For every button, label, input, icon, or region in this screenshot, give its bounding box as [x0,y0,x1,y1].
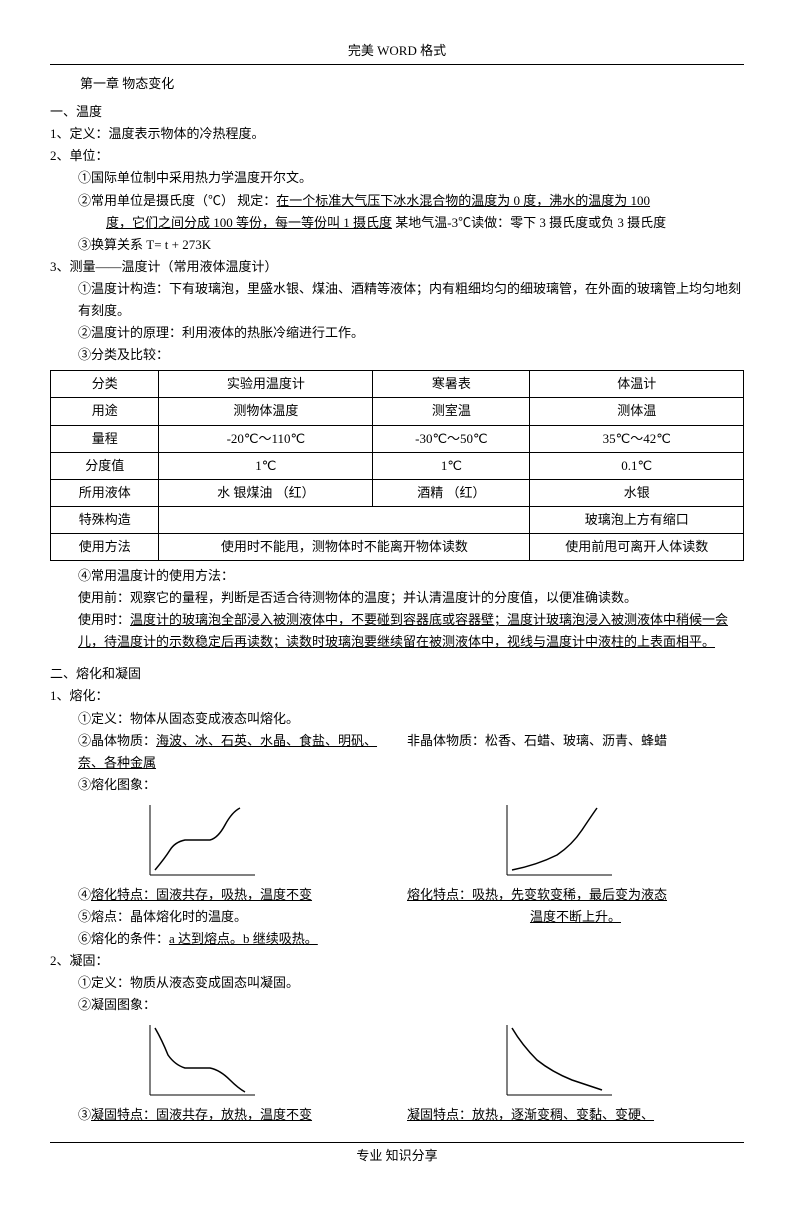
table-row: 分度值 1℃ 1℃ 0.1℃ [51,452,744,479]
ronghua-2-right: 非晶体物质：松香、石蜡、玻璃、沥青、蜂蜡 [407,730,744,752]
table-cell: -20℃～110℃ [159,425,373,452]
ronghua-title: 1、熔化： [50,685,744,707]
freezing-graph-amorphous [497,1020,744,1100]
ronghua-2-prefix: ②晶体物质： [78,733,156,748]
table-row: 分类 实验用温度计 寒暑表 体温计 [51,371,744,398]
ronghua-4-right-text: 熔化特点：吸热，先变软变稀，最后变为液态 [407,887,667,902]
table-row: 用途 测物体温度 测室温 测体温 [51,398,744,425]
table-cell: 使用方法 [51,533,159,560]
ronghua-4-right-text-2: 温度不断上升。 [530,909,621,924]
unit-2-underline-1: 在一个标准大气压下冰水混合物的温度为 0 度，沸水的温度为 100 [276,193,650,208]
unit-3: ③换算关系 T= t + 273K [78,234,744,256]
ronghua-2-left: ②晶体物质：海波、冰、石英、水晶、食盐、明矾、奈、各种金属 [78,730,387,774]
definition: 1、定义：温度表示物体的冷热程度。 [50,123,744,145]
measure-3: ③分类及比较： [78,344,744,366]
measure-1: ①温度计构造：下有玻璃泡，里盛水银、煤油、酒精等液体；内有粗细均匀的细玻璃管，在… [78,278,744,322]
table-cell: 35℃～42℃ [530,425,744,452]
table-cell: 实验用温度计 [159,371,373,398]
unit-2-underline-2: 度，它们之间分成 100 等份，每一等份叫 1 摄氏度 [106,215,392,230]
table-cell: 水银 [530,479,744,506]
unit-2-prefix: ②常用单位是摄氏度（℃） 规定： [78,193,276,208]
table-cell: 1℃ [373,452,530,479]
table-cell: 测体温 [530,398,744,425]
page-header: 完美 WORD 格式 [50,40,744,65]
ninggu-3-right: 凝固特点：放热，逐渐变稠、变黏、变硬、 [407,1104,744,1126]
table-cell: 使用前甩可离开人体读数 [530,533,744,560]
table-cell: 玻璃泡上方有缩口 [530,506,744,533]
table-cell: 量程 [51,425,159,452]
table-row: 量程 -20℃～110℃ -30℃～50℃ 35℃～42℃ [51,425,744,452]
ninggu-3-right-text: 凝固特点：放热，逐渐变稠、变黏、变硬、 [407,1107,654,1122]
section-2-title: 二、熔化和凝固 [50,663,744,685]
ronghua-5: ⑤熔点：晶体熔化时的温度。 [78,906,387,928]
table-cell: 寒暑表 [373,371,530,398]
ronghua-6: ⑥熔化的条件：a 达到熔点。b 继续吸热。 [78,928,744,950]
measure-4b-prefix: 使用时： [78,612,130,627]
melting-graph-amorphous [497,800,744,880]
table-cell: 0.1℃ [530,452,744,479]
table-cell: 体温计 [530,371,744,398]
ronghua-1: ①定义：物体从固态变成液态叫熔化。 [78,708,744,730]
table-cell: 水 银煤油 （红） [159,479,373,506]
ronghua-6-underline: a 达到熔点。b 继续吸热。 [169,931,318,946]
ninggu-1: ①定义：物质从液态变成固态叫凝固。 [78,972,744,994]
chapter-title: 第一章 物态变化 [80,73,744,95]
comparison-table: 分类 实验用温度计 寒暑表 体温计 用途 测物体温度 测室温 测体温 量程 -2… [50,370,744,561]
ninggu-3-left: ③凝固特点：固液共存，放热，温度不变 [78,1104,387,1126]
table-cell: 特殊构造 [51,506,159,533]
table-cell: 测物体温度 [159,398,373,425]
measure-4b: 使用时：温度计的玻璃泡全部浸入被测液体中，不要碰到容器底或容器壁；温度计玻璃泡浸… [78,609,744,653]
table-cell: 分类 [51,371,159,398]
ronghua-6-prefix: ⑥熔化的条件： [78,931,169,946]
unit-2: ②常用单位是摄氏度（℃） 规定：在一个标准大气压下冰水混合物的温度为 0 度，沸… [78,190,744,212]
table-cell: -30℃～50℃ [373,425,530,452]
table-row: 使用方法 使用时不能甩，测物体时不能离开物体读数 使用前甩可离开人体读数 [51,533,744,560]
unit-2-cont: 度，它们之间分成 100 等份，每一等份叫 1 摄氏度 某地气温-3℃读做：零下… [106,212,744,234]
ronghua-4-text: 熔化特点：固液共存，吸热，温度不变 [91,887,312,902]
ninggu-3-text: 凝固特点：固液共存，放热，温度不变 [91,1107,312,1122]
melting-graph-crystal [140,800,387,880]
table-cell: 所用液体 [51,479,159,506]
table-cell [159,506,530,533]
ronghua-4-left: ④熔化特点：固液共存，吸热，温度不变 [78,884,387,906]
table-cell: 测室温 [373,398,530,425]
table-cell: 用途 [51,398,159,425]
section-1-title: 一、温度 [50,101,744,123]
ninggu-2: ②凝固图象： [78,994,744,1016]
table-cell: 分度值 [51,452,159,479]
table-row: 特殊构造 玻璃泡上方有缩口 [51,506,744,533]
table-cell: 使用时不能甩，测物体时不能离开物体读数 [159,533,530,560]
unit-label: 2、单位： [50,145,744,167]
ronghua-4-right-2: 温度不断上升。 [407,906,744,928]
page-footer: 专业 知识分享 [50,1142,744,1167]
measure-title: 3、测量——温度计（常用液体温度计） [50,256,744,278]
ronghua-3: ③熔化图象： [78,774,744,796]
unit-2-suffix: 某地气温-3℃读做：零下 3 摄氏度或负 3 摄氏度 [392,215,666,230]
table-cell: 酒精 （红） [373,479,530,506]
ronghua-4-right-1: 熔化特点：吸热，先变软变稀，最后变为液态 [407,884,744,906]
measure-2: ②温度计的原理：利用液体的热胀冷缩进行工作。 [78,322,744,344]
unit-1: ①国际单位制中采用热力学温度开尔文。 [78,167,744,189]
measure-4: ④常用温度计的使用方法： [78,565,744,587]
ninggu-3-num: ③ [78,1107,91,1122]
table-row: 所用液体 水 银煤油 （红） 酒精 （红） 水银 [51,479,744,506]
table-cell: 1℃ [159,452,373,479]
freezing-graph-crystal [140,1020,387,1100]
ronghua-4-num: ④ [78,887,91,902]
measure-4b-underline: 温度计的玻璃泡全部浸入被测液体中，不要碰到容器底或容器壁；温度计玻璃泡浸入被测液… [78,612,728,649]
measure-4a: 使用前：观察它的量程，判断是否适合待测物体的温度；并认清温度计的分度值，以便准确… [78,587,744,609]
ninggu-title: 2、凝固： [50,950,744,972]
